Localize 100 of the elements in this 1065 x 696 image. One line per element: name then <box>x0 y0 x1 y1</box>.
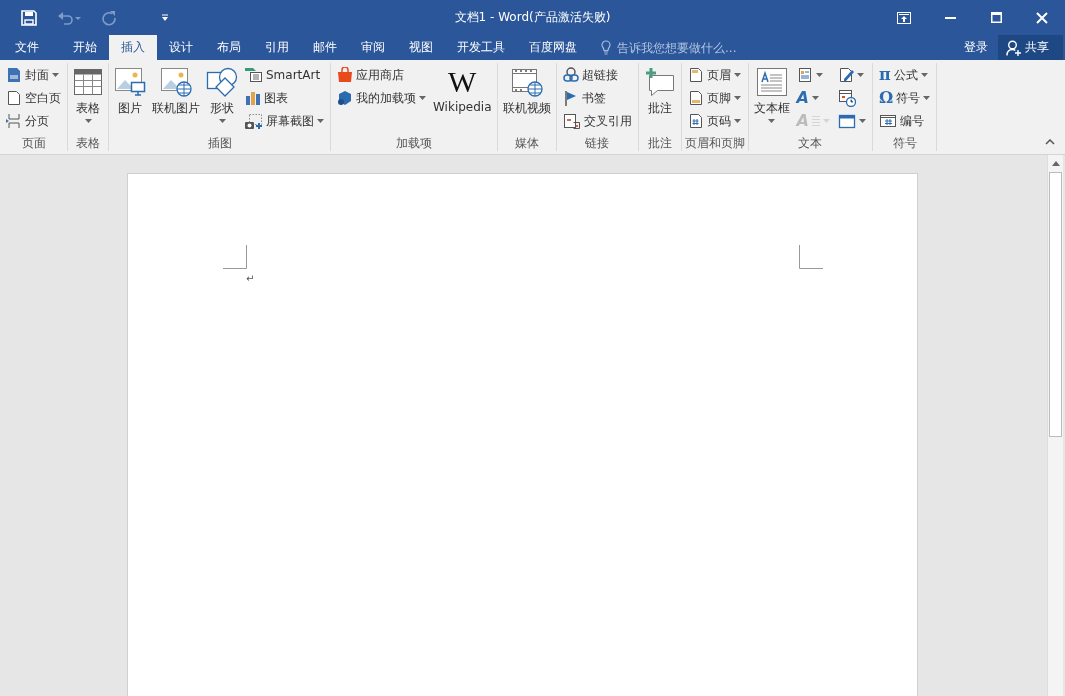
wikipedia-button[interactable]: W Wikipedia <box>431 63 494 135</box>
shapes-button[interactable]: 形状 <box>204 63 240 135</box>
ribbon-tab[interactable]: 百度网盘 <box>517 35 589 60</box>
ribbon-tab[interactable]: 引用 <box>253 35 301 60</box>
footer-button[interactable]: 页脚 <box>684 87 744 109</box>
blank-page-icon <box>6 90 22 106</box>
page-break-button[interactable]: 分页 <box>3 110 64 132</box>
save-icon <box>21 9 37 26</box>
caret-icon <box>218 119 226 123</box>
undo-icon <box>57 9 81 26</box>
smartart-button[interactable]: SmartArt <box>242 64 327 86</box>
caret-icon <box>815 73 823 77</box>
sign-in-link[interactable]: 登录 <box>954 35 998 60</box>
caret-icon <box>768 119 776 123</box>
signature-line-icon <box>837 67 854 83</box>
cross-reference-button[interactable]: 交叉引用 <box>559 110 635 132</box>
ribbon-tab[interactable]: 开发工具 <box>445 35 517 60</box>
formula-icon: Ω <box>878 90 894 106</box>
ribbon-tab[interactable]: 布局 <box>205 35 253 60</box>
shopping-bag-icon <box>337 67 353 83</box>
ribbon-tab[interactable]: 审阅 <box>349 35 397 60</box>
ribbon-tab[interactable]: 开始 <box>61 35 109 60</box>
ribbon-group-label: 批注 <box>646 135 673 151</box>
ribbon-display-icon <box>897 11 911 24</box>
online-picture-icon <box>160 67 192 97</box>
online-video-icon <box>510 67 543 97</box>
caret-icon <box>52 73 59 77</box>
corner-mark <box>799 245 823 269</box>
equation-button[interactable]: π 公式 <box>875 64 934 86</box>
ribbon-group-label: 页眉和页脚 <box>684 135 745 151</box>
ribbon-group-label: 加载项 <box>394 135 433 151</box>
ribbon-group-label: 媒体 <box>513 135 540 151</box>
wordart-icon: A <box>796 90 809 106</box>
hyperlink-button[interactable]: 超链接 <box>559 64 635 86</box>
text-box-button[interactable]: 文本框 <box>751 63 792 135</box>
vertical-scrollbar[interactable] <box>1047 155 1063 696</box>
online-picture-button[interactable]: 联机图片 <box>150 63 202 135</box>
table-button[interactable]: 表格 <box>71 63 105 135</box>
caret-icon <box>733 96 741 100</box>
link-icon <box>562 67 579 83</box>
caret-icon <box>84 119 92 123</box>
wordart-button[interactable]: A <box>793 87 833 109</box>
blank-page-button[interactable]: 空白页 <box>3 87 64 109</box>
object-icon <box>837 113 856 129</box>
tell-me-field[interactable]: 告诉我您想要做什么... <box>601 35 769 60</box>
ribbon-tab[interactable]: 插入 <box>109 35 157 60</box>
ribbon-group-label: 表格 <box>75 135 101 151</box>
ribbon-tab[interactable]: 邮件 <box>301 35 349 60</box>
ribbon-group-label: 链接 <box>584 135 611 151</box>
online-video-button[interactable]: 联机视频 <box>500 63 553 135</box>
picture-button[interactable]: 图片 <box>112 63 148 135</box>
chevron-up-icon <box>1045 139 1055 145</box>
minimize-icon <box>944 16 956 19</box>
window-title: 文档1 - Word(产品激活失败) <box>453 9 612 26</box>
table-icon <box>73 68 103 96</box>
screenshot-button[interactable]: 屏幕截图 <box>242 110 327 132</box>
caret-icon <box>733 73 741 77</box>
scrollbar-thumb[interactable] <box>1049 172 1062 437</box>
numbering-icon <box>878 113 897 129</box>
scroll-up-icon <box>1051 161 1060 166</box>
caret-icon <box>161 13 169 22</box>
cover-page-icon <box>6 67 22 83</box>
ribbon-group-label: 插图 <box>206 135 233 151</box>
my-addins-button[interactable]: 我的加载项 <box>334 87 429 109</box>
ribbon-group-label: 页面 <box>20 135 47 151</box>
numbering-button[interactable]: 编号 <box>875 110 934 132</box>
ribbon-tab[interactable]: 设计 <box>157 35 205 60</box>
bookmark-button[interactable]: 书签 <box>559 87 635 109</box>
text-box-icon <box>755 67 788 97</box>
store-button[interactable]: 应用商店 <box>334 64 429 86</box>
person-add-icon <box>1006 39 1022 56</box>
chart-button[interactable]: 图表 <box>242 87 327 109</box>
cover-page-button[interactable]: 封面 <box>3 64 64 86</box>
smartart-icon <box>245 67 263 83</box>
share-button[interactable]: 共享 <box>998 35 1063 60</box>
shapes-icon <box>206 67 238 97</box>
caret-icon <box>858 119 866 123</box>
ribbon-tab[interactable]: 视图 <box>397 35 445 60</box>
caret-icon <box>419 96 426 100</box>
caret-icon <box>733 119 741 123</box>
paragraph-mark: ↵ <box>245 273 256 285</box>
comment-button[interactable]: 批注 <box>641 63 678 135</box>
lightbulb-icon <box>601 40 611 55</box>
header-button[interactable]: 页眉 <box>684 64 744 86</box>
cross-reference-icon <box>562 113 581 129</box>
cube-icon <box>337 90 353 106</box>
symbol-button[interactable]: Ω 符号 <box>875 87 934 109</box>
caret-icon <box>923 96 931 100</box>
caret-icon <box>317 119 324 123</box>
chart-icon <box>245 90 261 106</box>
page-number-button[interactable]: 页码 <box>684 110 744 132</box>
formula-icon: π <box>878 67 891 83</box>
page-number-icon <box>687 113 704 129</box>
redo-icon <box>101 9 117 26</box>
caret-icon <box>920 73 928 77</box>
calendar-clock-icon <box>837 89 856 107</box>
text-lines-icon <box>811 115 820 127</box>
caret-icon <box>811 96 819 100</box>
ribbon-tab[interactable]: 文件 <box>0 35 53 60</box>
header-icon <box>687 67 704 83</box>
